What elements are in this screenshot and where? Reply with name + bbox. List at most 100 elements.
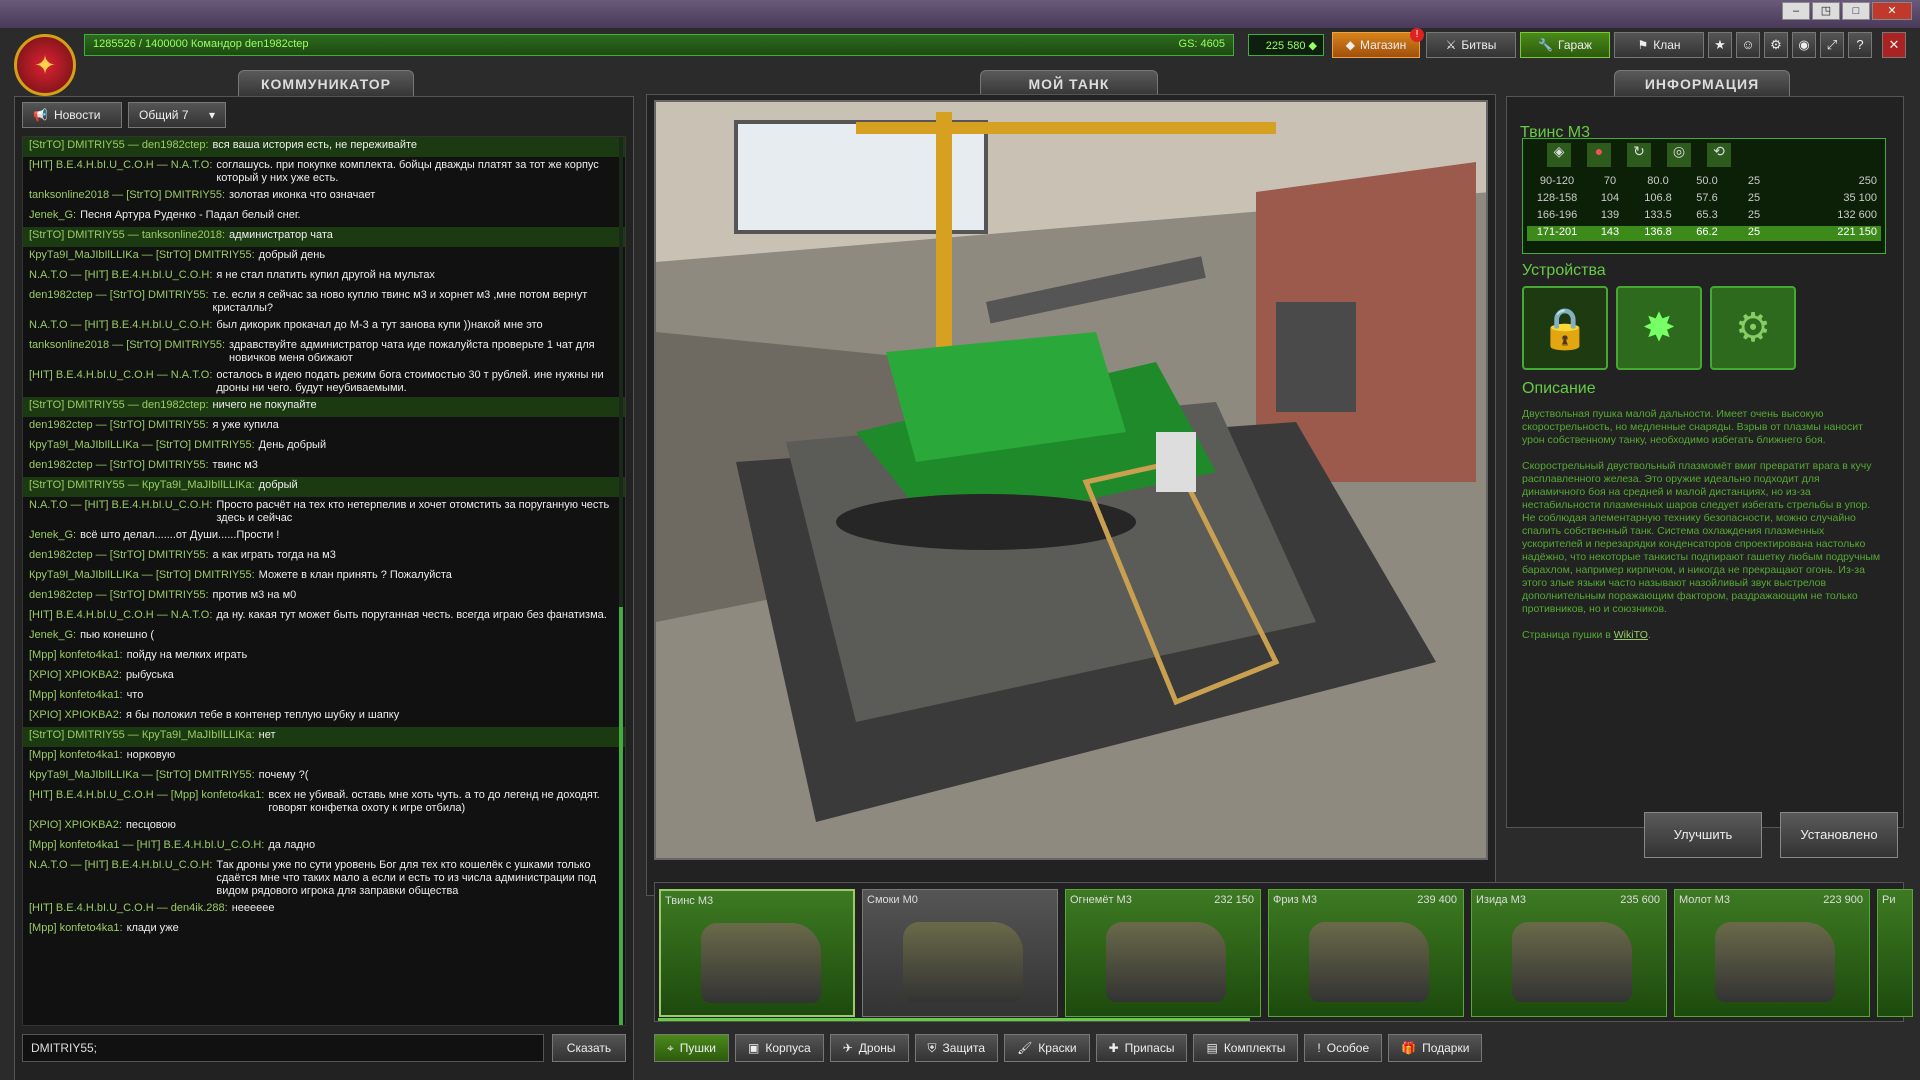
- chat-author[interactable]: [HIT] В.Е.4.Н.bI.U_C.O.H — N.A.T.O:: [29, 369, 212, 382]
- chat-author[interactable]: tanksonline2018 — [StrTO] DMITRIY55:: [29, 189, 225, 202]
- stat-row: 90-120 70 80.0 50.0 25 250: [1527, 175, 1881, 190]
- chat-message: [XPIO] XPIOKBA2: рыбуська: [23, 667, 625, 687]
- category-tab[interactable]: ⌖ Пушки: [654, 1034, 729, 1062]
- chat-scrollbar[interactable]: [619, 137, 623, 1025]
- item-name: Твинс М3: [665, 895, 714, 907]
- chat-author[interactable]: [StrTO] DMITRIY55 — den1982ctep:: [29, 399, 209, 412]
- tab-icon: ▣: [747, 1041, 760, 1055]
- chat-author[interactable]: Jenek_G:: [29, 529, 76, 542]
- friends-icon[interactable]: ☺: [1736, 32, 1760, 58]
- chat-author[interactable]: [HIT] В.Е.4.Н.bI.U_C.O.H — N.A.T.O:: [29, 159, 212, 172]
- chat-message: den1982ctep — [StrTO] DMITRIY55: твинс м3: [23, 457, 625, 477]
- chat-author[interactable]: den1982ctep — [StrTO] DMITRIY55:: [29, 549, 209, 562]
- device-slot-gear[interactable]: ⚙: [1710, 286, 1796, 370]
- garage-3d-view[interactable]: [654, 100, 1488, 860]
- shop-button[interactable]: ◆ Магазин!: [1332, 28, 1424, 58]
- item-card[interactable]: Фриз М3 239 400: [1268, 889, 1464, 1017]
- battles-button[interactable]: ⚔ Битвы: [1426, 32, 1516, 58]
- category-tab[interactable]: ✚ Припасы: [1095, 1034, 1188, 1062]
- sound-icon[interactable]: ◉: [1792, 32, 1816, 58]
- chat-author[interactable]: [Mpp] konfeto4ka1:: [29, 649, 123, 662]
- settings-icon[interactable]: ⚙: [1764, 32, 1788, 58]
- chat-author[interactable]: [XPIO] XPIOKBA2:: [29, 819, 122, 832]
- upgrade-button[interactable]: Улучшить: [1644, 812, 1762, 858]
- item-card[interactable]: Смоки М0: [862, 889, 1058, 1017]
- chat-author[interactable]: [Mpp] konfeto4ka1:: [29, 922, 123, 935]
- chat-author[interactable]: N.A.T.O — [HIT] В.Е.4.Н.bI.U_C.O.H:: [29, 499, 212, 512]
- chat-author[interactable]: [Mpp] konfeto4ka1 — [HIT] В.Е.4.Н.bI.U_C…: [29, 839, 264, 852]
- tab-icon: 🖌: [1017, 1041, 1033, 1055]
- channel-select[interactable]: Общий 7 ▾: [128, 102, 226, 128]
- category-tab[interactable]: ⛨ Защита: [914, 1034, 999, 1062]
- chat-author[interactable]: КруТа9I_MaJIbIlLLIKa — [StrTO] DMITRIY55…: [29, 769, 255, 782]
- item-name: Изида М3: [1476, 894, 1526, 906]
- chat-author[interactable]: [StrTO] DMITRIY55 — den1982ctep:: [29, 139, 209, 152]
- chat-author[interactable]: den1982ctep — [StrTO] DMITRIY55:: [29, 419, 209, 432]
- chat-author[interactable]: N.A.T.O — [HIT] В.Е.4.Н.bI.U_C.O.H:: [29, 319, 212, 332]
- item-card[interactable]: Огнемёт М3 232 150: [1065, 889, 1261, 1017]
- chat-author[interactable]: Jenek_G:: [29, 209, 76, 222]
- chat-author[interactable]: [StrTO] DMITRIY55 — tanksonline2018:: [29, 229, 225, 242]
- tab-icon: ✈: [842, 1041, 853, 1055]
- chat-author[interactable]: tanksonline2018 — [StrTO] DMITRIY55:: [29, 339, 225, 352]
- tab-icon: ▤: [1206, 1041, 1218, 1055]
- category-tab[interactable]: ▤ Комплекты: [1193, 1034, 1299, 1062]
- chat-author[interactable]: N.A.T.O — [HIT] В.Е.4.Н.bI.U_C.O.H:: [29, 859, 212, 872]
- chat-author[interactable]: den1982ctep — [StrTO] DMITRIY55:: [29, 459, 209, 472]
- chat-author[interactable]: [StrTO] DMITRIY55 — КруТа9I_MaJIbIlLLIKa…: [29, 479, 255, 492]
- chat-author[interactable]: [Mpp] konfeto4ka1:: [29, 749, 123, 762]
- news-button[interactable]: 📢 Новости: [22, 102, 122, 128]
- chat-author[interactable]: [HIT] В.Е.4.Н.bI.U_C.O.H — N.A.T.O:: [29, 609, 212, 622]
- tab-icon: ⌖: [667, 1040, 674, 1055]
- chat-log[interactable]: [StrTO] DMITRIY55 — den1982ctep: вся ваша…: [22, 136, 626, 1026]
- item-card[interactable]: Твинс М3: [659, 889, 855, 1017]
- flag-icon: ⚑: [1637, 38, 1649, 52]
- chat-author[interactable]: КруТа9I_MaJIbIlLLIKa — [StrTO] DMITRIY55…: [29, 439, 255, 452]
- close-window-button[interactable]: ✕: [1872, 2, 1912, 20]
- chat-author[interactable]: den1982ctep — [StrTO] DMITRIY55:: [29, 589, 209, 602]
- item-carousel[interactable]: Твинс М3 Смоки М0 Огнемёт М3 232 150 Фриз М3…: [654, 882, 1913, 1022]
- installed-button[interactable]: Установлено: [1780, 812, 1898, 858]
- category-tab[interactable]: ! Особое: [1304, 1034, 1383, 1062]
- chat-text: нееееее: [231, 902, 275, 914]
- star-icon[interactable]: ★: [1708, 32, 1732, 58]
- category-tab[interactable]: ▣ Корпуса: [734, 1034, 824, 1062]
- chat-author[interactable]: КруТа9I_MaJIbIlLLIKa — [StrTO] DMITRIY55…: [29, 569, 255, 582]
- item-card[interactable]: Изида М3 235 600: [1471, 889, 1667, 1017]
- chat-author[interactable]: Jenek_G:: [29, 629, 76, 642]
- wiki-link[interactable]: WikiTO: [1614, 629, 1648, 641]
- device-slot-burst[interactable]: ✸: [1616, 286, 1702, 370]
- minimize-button[interactable]: –: [1782, 2, 1810, 20]
- stat-cell: 25: [1747, 226, 1761, 238]
- category-tab[interactable]: 🎁 Подарки: [1388, 1034, 1483, 1062]
- category-tab[interactable]: ✈ Дроны: [829, 1034, 909, 1062]
- item-card[interactable]: Молот М3 223 900: [1674, 889, 1870, 1017]
- chat-author[interactable]: den1982ctep — [StrTO] DMITRIY55:: [29, 289, 209, 302]
- help-icon[interactable]: ?: [1848, 32, 1872, 58]
- item-card[interactable]: Ри: [1877, 889, 1913, 1017]
- restore-button[interactable]: ◳: [1812, 2, 1840, 20]
- chat-input[interactable]: DMITRIY55;: [22, 1034, 544, 1062]
- chat-author[interactable]: [Mpp] konfeto4ka1:: [29, 689, 123, 702]
- say-button[interactable]: Сказать: [552, 1034, 626, 1062]
- chat-author[interactable]: [XPIO] XPIOKBA2:: [29, 669, 122, 682]
- chat-author[interactable]: [HIT] В.Е.4.Н.bI.U_C.O.H — [Mpp] konfeto…: [29, 789, 264, 802]
- chat-author[interactable]: КруТа9I_MaJIbIlLLIKa — [StrTO] DMITRIY55…: [29, 249, 255, 262]
- chat-message: [Mpp] konfeto4ka1: клади уже: [23, 920, 625, 940]
- window-titlebar: – ◳ □ ✕: [0, 0, 1920, 28]
- chat-author[interactable]: [HIT] В.Е.4.Н.bI.U_C.O.H — den4ik.288:: [29, 902, 228, 915]
- description-paragraph-2: Скорострельный двуствольный плазмомёт вм…: [1522, 460, 1881, 615]
- locked-device-slot[interactable]: 🔒: [1522, 286, 1608, 370]
- garage-button[interactable]: 🔧 Гараж: [1520, 32, 1610, 58]
- chat-author[interactable]: [StrTO] DMITRIY55 — КруТа9I_MaJIbIlLLIKa…: [29, 729, 255, 742]
- category-tab[interactable]: 🖌 Краски: [1004, 1034, 1090, 1062]
- stat-cell: 139: [1600, 209, 1620, 221]
- clan-button[interactable]: ⚑ Клан: [1614, 32, 1704, 58]
- fullscreen-icon[interactable]: ⤢: [1820, 32, 1844, 58]
- chat-author[interactable]: N.A.T.O — [HIT] В.Е.4.Н.bI.U_C.O.H:: [29, 269, 212, 282]
- maximize-button[interactable]: □: [1842, 2, 1870, 20]
- exit-icon[interactable]: ✕: [1882, 32, 1906, 58]
- tab-icon: ⛨: [927, 1040, 937, 1055]
- chat-author[interactable]: [XPIO] XPIOKBA2:: [29, 709, 122, 722]
- stat-cell: 90-120: [1539, 175, 1575, 187]
